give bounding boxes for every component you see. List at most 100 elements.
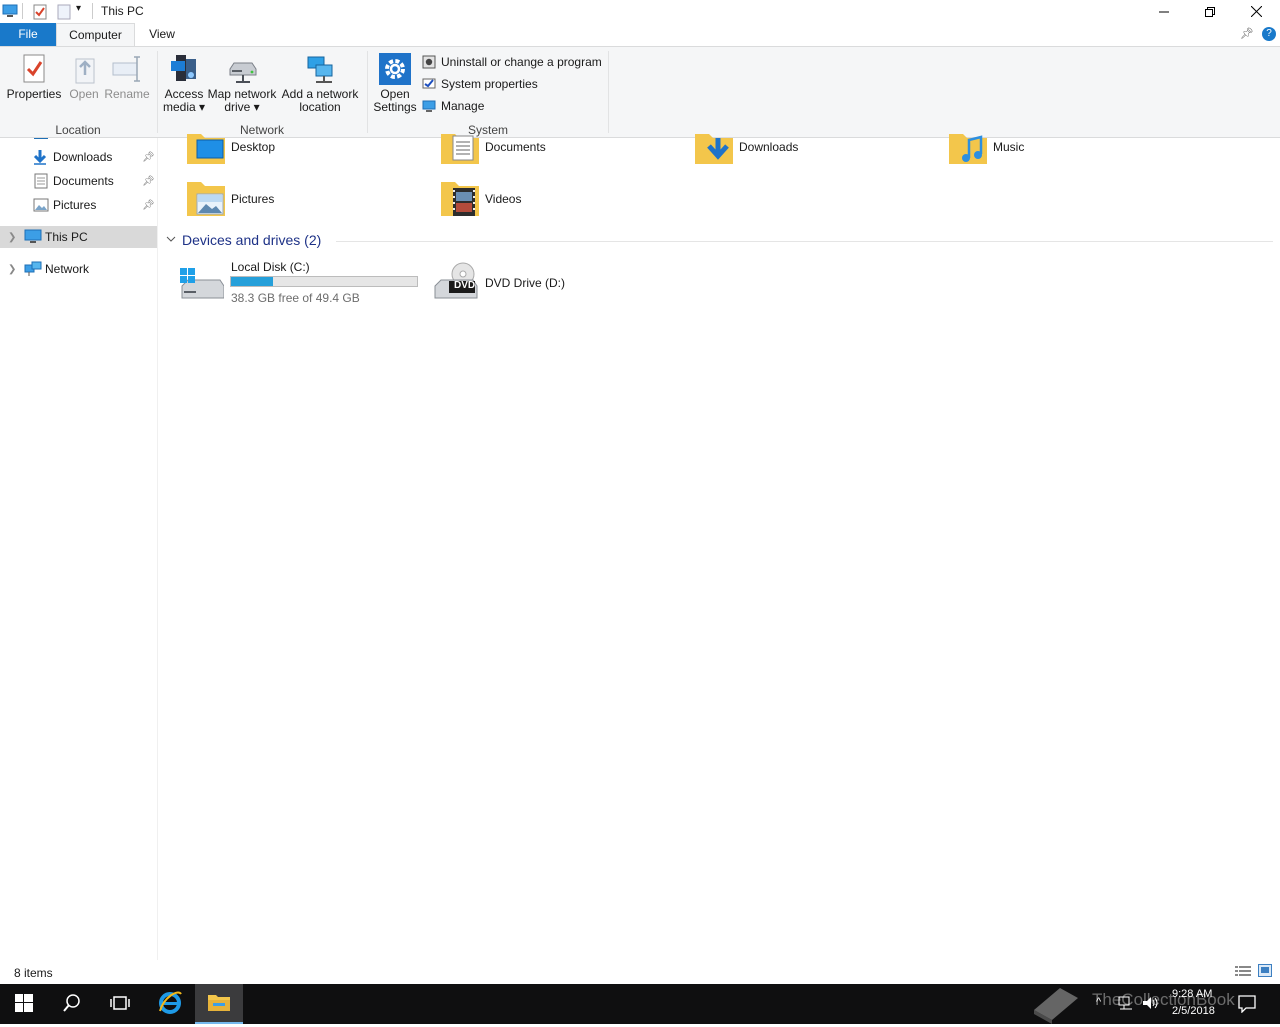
nav-item-this-pc[interactable]: ❯ This PC bbox=[0, 226, 157, 248]
drive-c-usage-bar bbox=[230, 276, 418, 287]
rename-button[interactable]: Rename bbox=[104, 53, 150, 101]
drive-local-disk-c[interactable]: Local Disk (C:) 38.3 GB free of 49.4 GB bbox=[178, 260, 423, 308]
nav-item-pictures[interactable]: Pictures 📌︎ bbox=[0, 194, 157, 216]
music-folder-icon bbox=[947, 128, 989, 166]
details-view-icon[interactable] bbox=[1235, 965, 1251, 980]
folder-label: Videos bbox=[485, 192, 522, 206]
properties-icon bbox=[18, 53, 50, 85]
rename-label: Rename bbox=[104, 87, 150, 101]
windows-logo-icon bbox=[15, 993, 33, 1015]
folder-downloads[interactable]: Downloads bbox=[693, 128, 943, 176]
start-button[interactable] bbox=[0, 984, 48, 1024]
open-button[interactable]: Open bbox=[64, 53, 104, 101]
nav-item-downloads[interactable]: Downloads 📌︎ bbox=[0, 146, 157, 168]
pin-icon[interactable]: 📌︎ bbox=[142, 200, 155, 211]
documents-folder-icon bbox=[439, 128, 481, 166]
action-center-icon[interactable] bbox=[1238, 995, 1256, 1016]
scrolled-item-fragment bbox=[34, 134, 48, 139]
pin-ribbon-icon[interactable]: 📌︎ bbox=[1240, 27, 1254, 40]
media-server-icon bbox=[168, 53, 200, 85]
nav-item-network[interactable]: ❯ Network bbox=[0, 258, 157, 280]
status-bar: 8 items bbox=[0, 960, 1280, 984]
system-properties-icon bbox=[422, 77, 436, 91]
folder-label: Music bbox=[993, 140, 1025, 154]
drive-c-free-space: 38.3 GB free of 49.4 GB bbox=[231, 291, 360, 305]
help-icon[interactable]: ? bbox=[1262, 27, 1276, 41]
clock-time[interactable]: 9:28 AM bbox=[1172, 988, 1212, 1000]
file-explorer-icon bbox=[207, 992, 231, 1015]
tab-file[interactable]: File bbox=[0, 23, 56, 46]
devices-section-header[interactable]: Devices and drives (2) bbox=[166, 232, 321, 248]
pin-icon[interactable]: 📌︎ bbox=[142, 176, 155, 187]
window-title: This PC bbox=[101, 4, 144, 18]
folder-pictures[interactable]: Pictures bbox=[185, 180, 435, 228]
drive-c-label: Local Disk (C:) bbox=[231, 260, 310, 274]
manage-button[interactable]: Manage bbox=[422, 97, 484, 115]
access-media-button[interactable]: Access media ▾ bbox=[160, 53, 208, 114]
devices-section-title: Devices and drives (2) bbox=[182, 232, 322, 248]
internet-explorer-icon bbox=[158, 991, 182, 1018]
properties-qat-icon[interactable] bbox=[33, 4, 47, 20]
customize-qat-chevron-icon[interactable]: ▾ bbox=[76, 3, 81, 18]
add-network-location-button[interactable]: Add a network location bbox=[280, 53, 360, 114]
new-folder-qat-icon[interactable] bbox=[57, 4, 71, 20]
folder-documents[interactable]: Documents bbox=[439, 128, 689, 176]
qat-divider-2 bbox=[92, 3, 93, 19]
file-explorer-button[interactable] bbox=[195, 984, 243, 1024]
expand-chevron-icon[interactable]: ❯ bbox=[8, 232, 16, 243]
title-bar: ▾ This PC bbox=[0, 0, 1280, 23]
open-icon bbox=[68, 53, 100, 85]
settings-gear-icon bbox=[379, 53, 411, 85]
network-location-icon bbox=[304, 53, 336, 85]
desktop-folder-icon bbox=[185, 128, 227, 166]
properties-label: Properties bbox=[6, 87, 62, 101]
nav-label-network: Network bbox=[45, 262, 90, 276]
ribbon-separator bbox=[367, 51, 368, 133]
drive-d-label: DVD Drive (D:) bbox=[485, 276, 565, 290]
picture-icon bbox=[33, 197, 49, 213]
this-pc-icon bbox=[24, 229, 42, 245]
show-hidden-icons-icon[interactable]: ^ bbox=[1096, 996, 1101, 1008]
system-properties-label: System properties bbox=[441, 77, 538, 91]
clock-date[interactable]: 2/5/2018 bbox=[1172, 1005, 1215, 1017]
pin-icon[interactable]: 📌︎ bbox=[142, 152, 155, 163]
this-pc-icon[interactable] bbox=[2, 4, 18, 19]
computer-manage-icon bbox=[422, 99, 436, 113]
content-pane: Desktop Documents Downloads Music Pictur… bbox=[158, 134, 1280, 960]
ribbon-separator bbox=[608, 51, 609, 133]
volume-icon[interactable] bbox=[1142, 996, 1160, 1013]
tab-view[interactable]: View bbox=[140, 23, 184, 46]
nav-item-documents[interactable]: Documents 📌︎ bbox=[0, 170, 157, 192]
map-network-drive-button[interactable]: Map network drive ▾ bbox=[206, 53, 278, 114]
uninstall-program-label: Uninstall or change a program bbox=[441, 55, 602, 69]
folder-desktop[interactable]: Desktop bbox=[185, 128, 435, 176]
downloads-folder-icon bbox=[693, 128, 735, 166]
drive-c-usage-fill bbox=[231, 277, 273, 286]
tab-computer[interactable]: Computer bbox=[56, 23, 135, 46]
pictures-folder-icon bbox=[185, 180, 227, 218]
folder-videos[interactable]: Videos bbox=[439, 180, 689, 228]
ribbon-tabs: File Computer View 📌︎ ? bbox=[0, 23, 1280, 46]
folder-music[interactable]: Music bbox=[947, 128, 1197, 176]
expand-chevron-icon[interactable]: ❯ bbox=[8, 264, 16, 275]
uninstall-program-button[interactable]: Uninstall or change a program bbox=[422, 53, 602, 71]
restore-button[interactable] bbox=[1187, 0, 1233, 23]
download-arrow-icon bbox=[32, 149, 48, 165]
network-drive-icon bbox=[226, 53, 258, 85]
internet-explorer-button[interactable] bbox=[146, 984, 194, 1024]
collapse-chevron-icon[interactable] bbox=[166, 234, 176, 246]
search-button[interactable] bbox=[48, 984, 96, 1024]
search-icon bbox=[63, 993, 81, 1015]
open-settings-button[interactable]: Open Settings bbox=[372, 53, 418, 114]
drive-dvd-d[interactable]: DVD DVD Drive (D:) bbox=[433, 260, 633, 308]
navigation-pane: Downloads 📌︎ Documents 📌︎ Pictures 📌︎ ❯ … bbox=[0, 138, 158, 960]
close-button[interactable] bbox=[1233, 0, 1279, 23]
system-properties-button[interactable]: System properties bbox=[422, 75, 538, 93]
open-settings-label-2: Settings bbox=[373, 100, 417, 114]
large-icons-view-icon[interactable] bbox=[1258, 964, 1272, 980]
nav-label-this-pc: This PC bbox=[45, 230, 88, 244]
task-view-button[interactable] bbox=[96, 984, 144, 1024]
properties-button[interactable]: Properties bbox=[6, 53, 62, 101]
minimize-button[interactable] bbox=[1141, 0, 1187, 23]
network-status-icon[interactable] bbox=[1118, 996, 1134, 1013]
